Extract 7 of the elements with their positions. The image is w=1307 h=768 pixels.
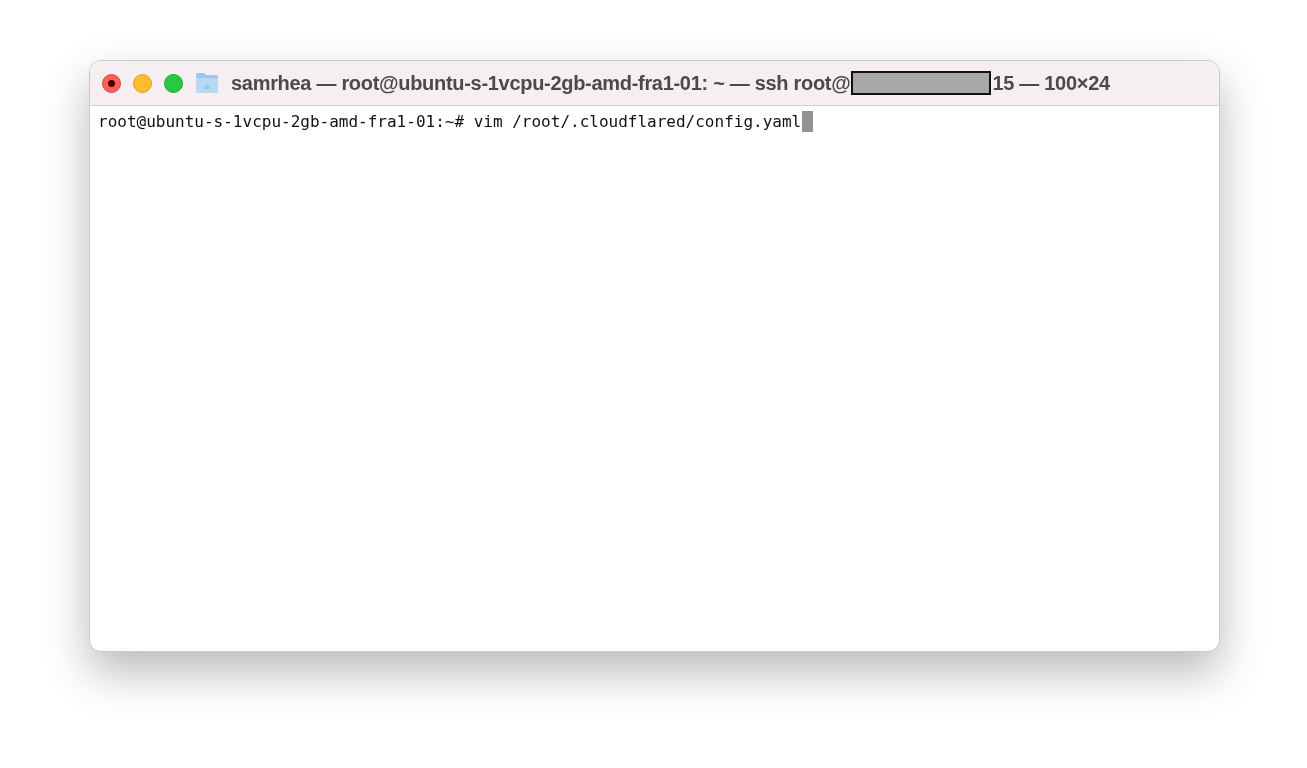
zoom-button[interactable]: [164, 73, 183, 93]
close-button[interactable]: [102, 73, 121, 93]
window-title: samrhea — root@ubuntu-s-1vcpu-2gb-amd-fra1-01: ~ — ssh root@: [231, 71, 851, 95]
folder-icon: [195, 72, 219, 94]
minimize-button[interactable]: [133, 73, 152, 93]
terminal-line: root@ubuntu-s-1vcpu-2gb-amd-fra1-01:~# vim /root/.cloudflared/config.yaml: [98, 112, 802, 131]
window-title: 15 — 100×24: [992, 71, 1110, 95]
